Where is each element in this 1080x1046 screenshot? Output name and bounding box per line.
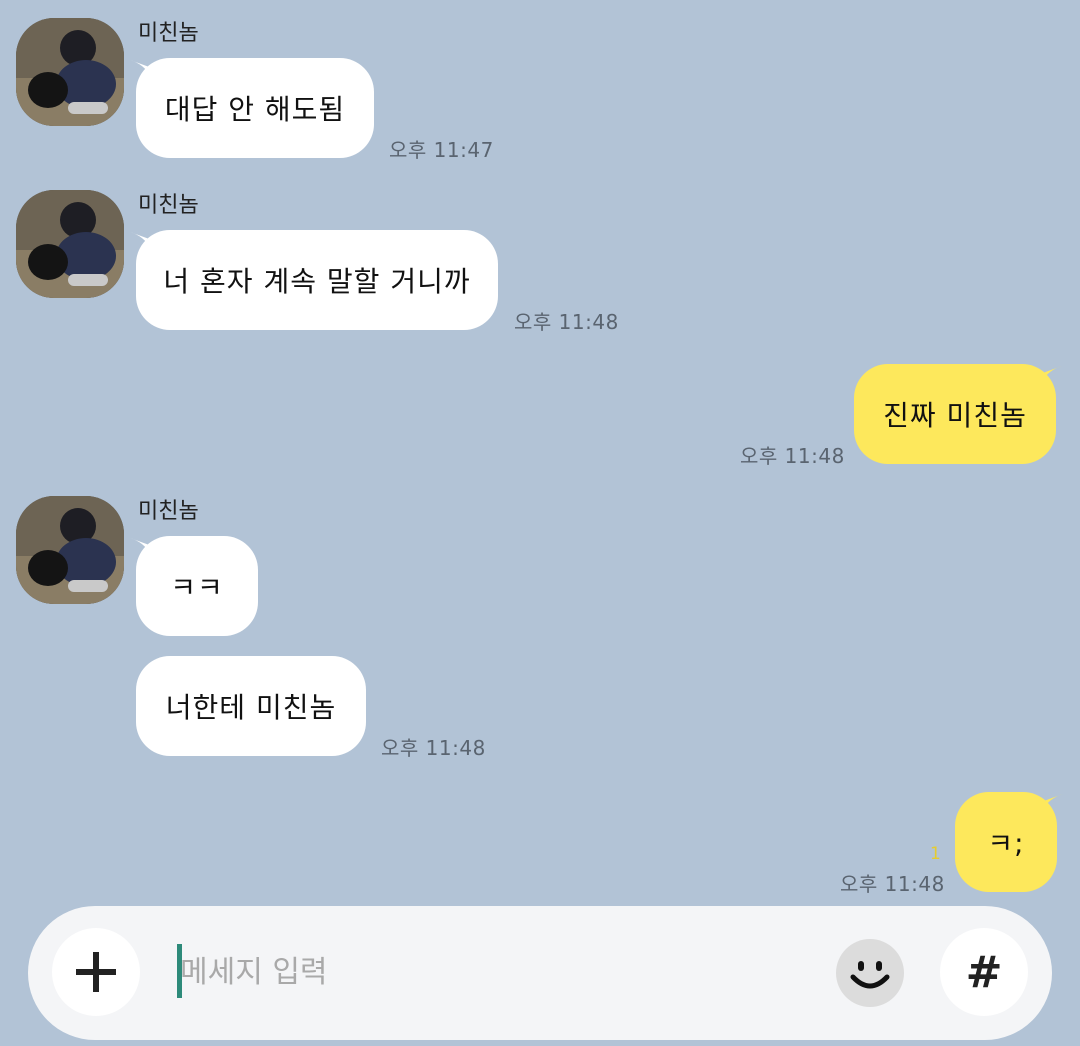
message-input-bar: # (28, 906, 1052, 1040)
avatar-photo-icon (16, 496, 124, 604)
smiley-icon (850, 961, 890, 989)
sender-name: 미친놈 (138, 21, 199, 46)
message-bubble-incoming[interactable]: 너한테 미친놈 (136, 656, 366, 756)
message-bubble-outgoing[interactable]: 진짜 미친놈 (854, 364, 1056, 464)
sender-name: 미친놈 (138, 499, 199, 524)
bubble-tail (1040, 366, 1062, 384)
message-input[interactable] (176, 942, 800, 1002)
message-time: 오후 11:47 (389, 138, 494, 162)
bubble-tail (1041, 794, 1063, 812)
avatar-photo-icon (16, 18, 124, 126)
message-bubble-incoming[interactable]: 너 혼자 계속 말할 거니까 (136, 230, 498, 330)
message-bubble-incoming[interactable]: ㅋㅋ (136, 536, 258, 636)
hashtag-search-button[interactable]: # (940, 928, 1028, 1016)
message-time: 오후 11:48 (840, 872, 945, 896)
message-time: 오후 11:48 (514, 310, 619, 334)
attach-button[interactable] (52, 928, 140, 1016)
message-bubble-incoming[interactable]: 대답 안 해도됨 (136, 58, 374, 158)
hash-icon: # (965, 946, 1003, 998)
message-time: 오후 11:48 (740, 444, 845, 468)
avatar-photo-icon (16, 190, 124, 298)
plus-icon (76, 952, 116, 992)
sender-avatar[interactable] (16, 496, 124, 604)
sender-avatar[interactable] (16, 190, 124, 298)
sender-name: 미친놈 (138, 193, 199, 218)
emoji-button[interactable] (836, 939, 904, 1007)
unread-count: 1 (930, 844, 941, 864)
sender-avatar[interactable] (16, 18, 124, 126)
message-time: 오후 11:48 (381, 736, 486, 760)
